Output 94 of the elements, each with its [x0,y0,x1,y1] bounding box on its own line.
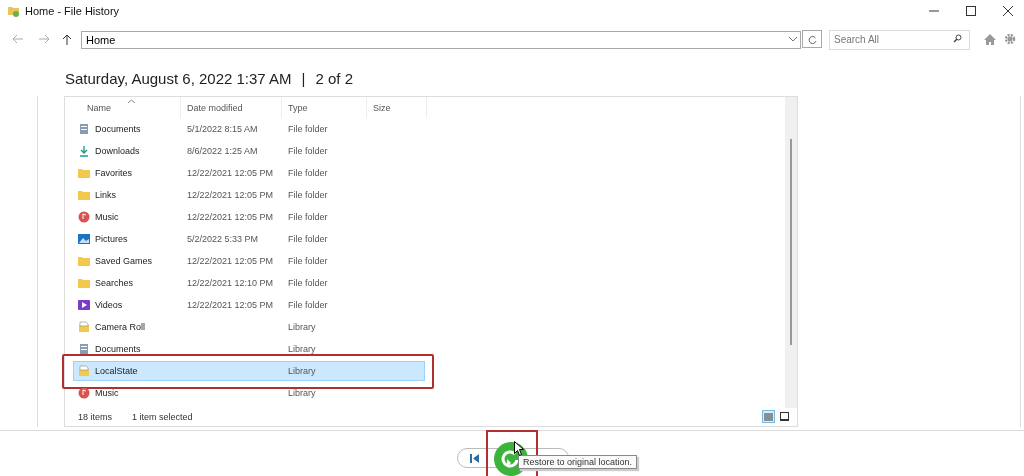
file-row[interactable]: Videos 12/22/2021 12:05 PM File folder [73,295,425,315]
file-name: Music [95,212,119,222]
file-row[interactable]: Documents Library [73,339,425,359]
date-modified: 12/22/2021 12:10 PM [187,278,274,288]
file-name: Camera Roll [95,322,145,332]
backup-date: Saturday, August 6, 2022 1:37 AM [65,69,292,87]
file-row[interactable]: Camera Roll Library [73,317,425,337]
pictures-icon [78,233,90,245]
documents-icon [78,343,90,355]
list-lines-icon [764,412,773,421]
folder-clock-icon [8,5,20,17]
file-name: Links [95,190,116,200]
file-row[interactable]: Documents 5/1/2022 8:15 AM File folder [73,119,425,139]
search-icon[interactable] [953,34,962,43]
column-header[interactable]: Name [73,97,181,118]
file-name: Documents [95,124,141,134]
file-row[interactable]: Music Library [73,383,425,403]
item-count: 18 items [78,412,112,422]
maximize-icon [966,6,976,16]
file-name: Saved Games [95,256,153,266]
file-type: File folder [288,190,328,200]
file-row[interactable]: Links 12/22/2021 12:05 PM File folder [73,185,425,205]
file-name: Pictures [95,234,128,244]
circular-arrow-icon [501,449,521,469]
file-type: File folder [288,212,328,222]
file-type: File folder [288,234,328,244]
file-name: Documents [95,344,141,354]
file-name: Favorites [95,168,132,178]
selection-count: 1 item selected [132,412,193,422]
library-icon [78,365,90,377]
date-modified: 12/22/2021 12:05 PM [187,212,274,222]
cursor-icon [514,441,524,456]
file-type: File folder [288,124,328,134]
file-name: Music [95,388,119,398]
folder-icon [78,255,90,267]
downloads-icon [78,145,90,157]
up-arrow-icon [62,33,71,45]
file-type: Library [288,388,316,398]
videos-icon [78,299,90,311]
date-modified: 12/22/2021 12:05 PM [187,168,274,178]
back-arrow-icon [12,34,24,44]
scrollbar[interactable] [785,97,797,408]
address-field[interactable]: Home [81,31,801,49]
tiles-view-button[interactable] [778,410,791,423]
file-name: LocalState [95,366,138,376]
file-type: File folder [288,168,328,178]
file-name: Downloads [95,146,140,156]
music-icon [78,211,90,223]
file-name: Searches [95,278,134,288]
settings-icon [1004,33,1016,45]
square-icon [780,412,789,421]
file-name: Videos [95,300,123,310]
music-icon [78,387,90,399]
folder-icon [78,277,90,289]
folder-icon [78,189,90,201]
home-icon [984,33,996,45]
date-modified: 5/2/2022 5:33 PM [187,234,259,244]
file-row[interactable]: Favorites 12/22/2021 12:05 PM File folder [73,163,425,183]
search-field[interactable]: Search All [829,29,970,50]
date-modified: 12/22/2021 12:05 PM [187,300,274,310]
date-modified: 8/6/2022 1:25 AM [187,146,258,156]
date-modified: 12/22/2021 12:05 PM [187,256,274,266]
refresh-icon [807,34,817,44]
file-row[interactable]: LocalState Library [73,361,425,381]
file-type: File folder [288,278,328,288]
close-icon [1003,6,1013,16]
version-position: 2 of 2 [315,69,353,87]
file-type: File folder [288,256,328,266]
file-row[interactable]: Pictures 5/2/2022 5:33 PM File folder [73,229,425,249]
skip-back-icon [470,453,480,463]
refresh-button[interactable] [802,30,822,48]
file-type: File folder [288,300,328,310]
file-row[interactable]: Music 12/22/2021 12:05 PM File folder [73,207,425,227]
window-title: Home - File History [25,5,121,17]
dropdown-caret-icon[interactable] [789,37,797,42]
tooltip: Restore to original location. [518,455,638,469]
column-header[interactable]: Date modified [181,97,282,118]
library-icon [78,321,90,333]
sort-ascending-icon [128,99,135,103]
date-modified: 12/22/2021 12:05 PM [187,190,274,200]
file-row[interactable]: Saved Games 12/22/2021 12:05 PM File folder [73,251,425,271]
date-modified: 5/1/2022 8:15 AM [187,124,258,134]
file-row[interactable]: Downloads 8/6/2022 1:25 AM File folder [73,141,425,161]
documents-icon [78,123,90,135]
file-type: Library [288,322,316,332]
column-header[interactable]: Size [367,97,427,118]
file-type: Library [288,366,316,376]
column-header[interactable]: Type [282,97,367,118]
folder-icon [78,167,90,179]
forward-arrow-icon [38,34,50,44]
file-type: File folder [288,146,328,156]
separator: | [301,69,306,87]
file-row[interactable]: Searches 12/22/2021 12:10 PM File folder [73,273,425,293]
file-type: Library [288,344,316,354]
